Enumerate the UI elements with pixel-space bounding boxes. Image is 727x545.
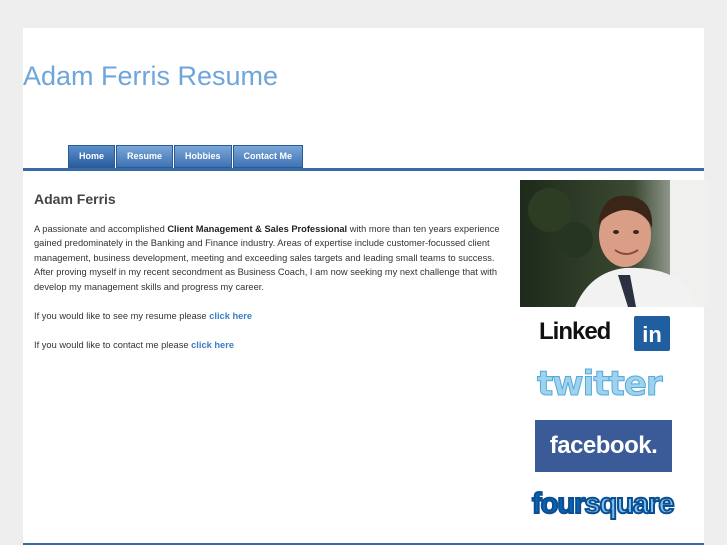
linkedin-in-box: in [634,316,670,351]
linkedin-wordmark: Linked [539,318,611,345]
foursquare-square: square [583,487,675,521]
main-content: Adam Ferris A passionate and accomplishe… [34,192,512,367]
foursquare-logo[interactable]: foursquare [531,483,678,525]
contact-line: If you would like to contact me please c… [34,338,512,353]
facebook-logo[interactable]: facebook. [535,420,672,472]
page-heading: Adam Ferris [34,191,116,207]
resume-line: If you would like to see my resume pleas… [34,309,512,324]
resume-prompt: If you would like to see my resume pleas… [34,310,210,321]
intro-highlight: Client Management & Sales Professional [167,223,348,234]
twitter-wordmark: twitter [537,364,664,404]
site-title: Adam Ferris Resume [23,61,279,91]
intro-paragraph: A passionate and accomplished Client Man… [34,222,512,295]
nav-hobbies[interactable]: Hobbies [174,145,232,168]
nav-home[interactable]: Home [68,145,116,168]
intro-text-start: A passionate and accomplished [34,223,168,234]
foursquare-four: four [531,487,586,521]
page: Adam Ferris Resume Home Resume Hobbies C… [23,28,709,545]
contact-prompt: If you would like to contact me please [34,339,192,350]
linkedin-logo[interactable]: Linked in [539,314,671,354]
contact-link[interactable]: click here [191,340,234,350]
twitter-logo[interactable]: twitter [537,364,677,404]
nav-divider [23,168,704,171]
resume-link[interactable]: click here [209,311,252,321]
profile-photo [520,180,709,307]
main-nav: Home Resume Hobbies Contact Me [68,145,304,168]
nav-resume[interactable]: Resume [116,145,174,168]
foursquare-wordmark: foursquare [531,487,675,521]
nav-contact-me[interactable]: Contact Me [232,145,304,168]
profile-photo-image [520,180,709,307]
